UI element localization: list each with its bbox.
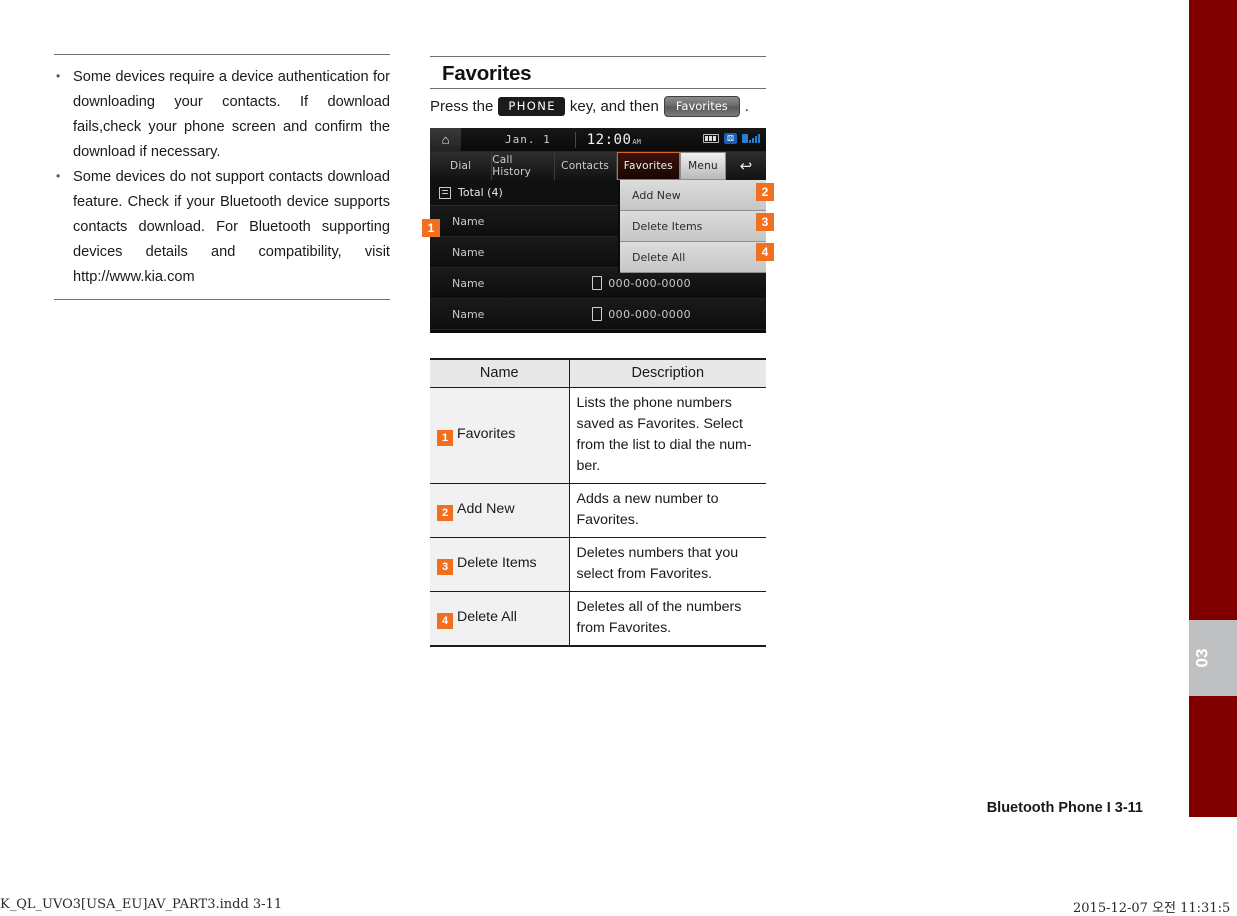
section-column: Favorites Press the PHONE key, and then …: [430, 56, 766, 117]
page-footer-label: Bluetooth Phone I 3-11: [986, 800, 1143, 816]
note-item: Some devices do not support contacts dow…: [54, 164, 390, 290]
callout-badge-1: 1: [422, 219, 440, 237]
contact-name: Name: [452, 276, 485, 290]
contact-number: 000-000-0000: [608, 276, 691, 290]
table-cell-name: 2 Add New: [430, 483, 570, 538]
table-cell-name: 3 Delete Items: [430, 537, 570, 592]
bluetooth-icon: ⚄: [724, 133, 737, 144]
row-name: Favorites: [457, 425, 516, 442]
status-date: Jan. 1: [505, 133, 551, 146]
favorites-key-chip: Favorites: [663, 96, 740, 117]
row-badge-1: 1: [437, 430, 453, 447]
device-tab-bar: Dial Call History Contacts Favorites Men…: [430, 152, 766, 180]
status-clock: 12:00 AM: [574, 131, 641, 148]
contact-number: 000-000-0000: [608, 307, 691, 321]
note-item: Some devices require a device authentica…: [54, 64, 390, 165]
chapter-number: 03: [1192, 648, 1212, 668]
table-row: 3 Delete Items Deletes numbers that you s…: [430, 537, 766, 592]
table-cell-description: Deletes numbers that you select from Fav…: [569, 537, 766, 592]
table-cell-description: Adds a new number to Favorites.: [569, 483, 766, 538]
contact-number-group: 000-000-0000: [592, 276, 691, 290]
notes-bottom-rule: [54, 299, 390, 300]
device-screenshot-figure: ⌂ Jan. 1 12:00 AM ⚄ Dial Call History Co…: [422, 128, 774, 333]
status-ampm: AM: [632, 137, 641, 146]
chapter-side-bar: 03: [1189, 0, 1237, 817]
callout-badge-4: 4: [756, 243, 774, 261]
status-icon-group: ⚄: [703, 133, 760, 144]
table-row: 4 Delete All Deletes all of the numbers f…: [430, 591, 766, 646]
print-footer-timestamp: 2015-12-07 오전 11:31:5: [1073, 901, 1231, 916]
notes-list: Some devices require a device authentica…: [54, 64, 390, 290]
table-row: 1 Favorites Lists the phone numbers saved…: [430, 387, 766, 484]
battery-icon: [703, 134, 719, 143]
instruction-middle: key, and then: [569, 98, 659, 115]
table-row: 2 Add New Adds a new number to Favorites.: [430, 483, 766, 538]
menu-item-add-new[interactable]: Add New: [620, 180, 766, 211]
table-cell-description: Deletes all of the numbers from Favorite…: [576, 599, 742, 636]
tab-favorites[interactable]: Favorites: [616, 152, 680, 180]
instruction-line: Press the PHONE key, and then Favorites …: [430, 89, 766, 117]
phone-type-icon: [592, 307, 603, 321]
signal-icon: [742, 134, 760, 143]
column-header-name: Name: [430, 359, 570, 388]
page-title: Favorites: [442, 62, 532, 85]
tab-dial[interactable]: Dial: [430, 152, 493, 180]
tab-contacts[interactable]: Contacts: [554, 152, 617, 180]
favorites-list-item[interactable]: Name 000-000-0000: [430, 299, 766, 330]
row-badge-3: 3: [437, 559, 453, 576]
device-status-bar: ⌂ Jan. 1 12:00 AM ⚄: [430, 128, 766, 152]
callout-badge-2: 2: [756, 183, 774, 201]
row-name: Delete Items: [457, 554, 537, 571]
instruction-prefix: Press the: [430, 98, 494, 115]
notes-column: Some devices require a device authentica…: [54, 54, 390, 300]
total-label: Total (4): [458, 186, 503, 199]
chapter-tab: 03: [1189, 620, 1237, 696]
table-header-row: Name Description: [430, 359, 766, 388]
back-icon[interactable]: ↩: [726, 152, 766, 180]
column-header-description: Description: [569, 359, 766, 388]
instruction-suffix: .: [744, 98, 749, 115]
tab-menu[interactable]: Menu: [680, 152, 726, 180]
status-time: 12:00: [586, 131, 632, 148]
tab-call-history[interactable]: Call History: [492, 152, 555, 180]
row-badge-4: 4: [437, 613, 453, 630]
phone-key-chip: PHONE: [498, 97, 565, 116]
contact-name: Name: [452, 245, 485, 259]
row-badge-2: 2: [437, 505, 453, 522]
home-icon[interactable]: ⌂: [430, 128, 461, 151]
phone-type-icon: [592, 276, 603, 290]
contact-name: Name: [452, 307, 485, 321]
device-content: Total (4) Name Name Name 000-000-0000 Na…: [430, 180, 766, 333]
menu-dropdown: Add New Delete Items Delete All: [618, 180, 766, 273]
row-name: Delete All: [457, 608, 517, 625]
row-name: Add New: [457, 500, 515, 517]
table-cell-description: Lists the phone numbers saved as Favorit…: [569, 387, 766, 484]
contact-number-group: 000-000-0000: [592, 307, 691, 321]
contact-name: Name: [452, 214, 485, 228]
menu-item-delete-items[interactable]: Delete Items: [620, 211, 766, 242]
notes-top-rule: [54, 54, 390, 55]
menu-item-delete-all[interactable]: Delete All: [620, 242, 766, 273]
table-cell-name: 1 Favorites: [430, 387, 570, 484]
print-footer-filename: K_QL_UVO3[USA_EU]AV_PART3.indd 3-11: [0, 897, 283, 912]
list-icon: [439, 186, 451, 199]
description-table: Name Description 1 Favorites Lists the ph…: [430, 358, 766, 647]
device-screen: ⌂ Jan. 1 12:00 AM ⚄ Dial Call History Co…: [430, 128, 766, 333]
table-cell-name: 4 Delete All: [430, 591, 570, 646]
callout-badge-3: 3: [756, 213, 774, 231]
